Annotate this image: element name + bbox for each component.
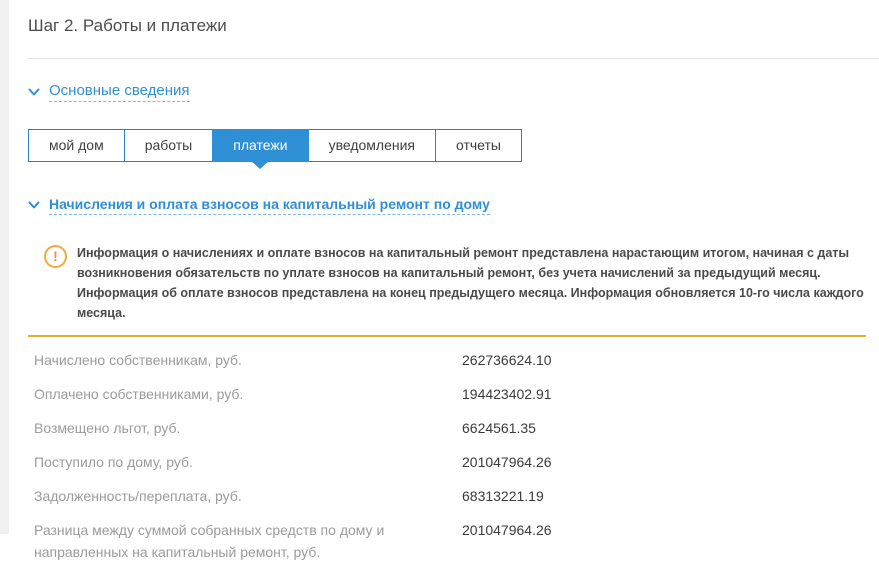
row-value: 201047964.26 <box>462 519 552 541</box>
row-value: 194423402.91 <box>462 383 552 405</box>
tab-reports[interactable]: отчеты <box>435 129 522 162</box>
tab-payments[interactable]: платежи <box>212 129 308 162</box>
row-value: 262736624.10 <box>462 349 552 371</box>
section-link-main-info[interactable]: Основные сведения <box>49 82 190 102</box>
table-row: Оплачено собственниками, руб. 194423402.… <box>28 377 879 411</box>
row-value: 6624561.35 <box>462 417 536 439</box>
section-toggle-accruals[interactable]: Начисления и оплата взносов на капитальн… <box>28 196 490 215</box>
tab-notifications[interactable]: уведомления <box>308 129 436 162</box>
table-row: Разница между суммой собранных средств п… <box>28 513 879 569</box>
page-title: Шаг 2. Работы и платежи <box>28 0 879 36</box>
row-value: 201047964.26 <box>462 451 552 473</box>
row-label: Поступило по дому, руб. <box>34 451 454 473</box>
row-value: 68313221.19 <box>462 485 544 507</box>
row-label: Возмещено льгот, руб. <box>34 417 454 439</box>
payments-table: Начислено собственникам, руб. 262736624.… <box>28 343 879 569</box>
tab-bar: мой дом работы платежи уведомления отчет… <box>28 129 879 162</box>
chevron-down-icon <box>28 88 40 97</box>
exclamation-circle-icon: ! <box>44 245 67 268</box>
info-notice: ! Информация о начислениях и оплате взно… <box>28 243 879 323</box>
table-top-rule <box>28 335 866 337</box>
row-label: Начислено собственникам, руб. <box>34 349 454 371</box>
table-row: Начислено собственникам, руб. 262736624.… <box>28 343 879 377</box>
tab-my-house[interactable]: мой дом <box>28 129 125 162</box>
notice-text: Информация о начислениях и оплате взносо… <box>77 243 867 323</box>
table-row: Поступило по дому, руб. 201047964.26 <box>28 445 879 479</box>
row-label: Разница между суммой собранных средств п… <box>34 519 454 563</box>
title-divider <box>28 58 879 59</box>
main-content: Шаг 2. Работы и платежи Основные сведени… <box>28 0 879 569</box>
table-row: Задолженность/переплата, руб. 68313221.1… <box>28 479 879 513</box>
section-toggle-main-info[interactable]: Основные сведения <box>28 82 190 102</box>
table-row: Возмещено льгот, руб. 6624561.35 <box>28 411 879 445</box>
section-link-accruals[interactable]: Начисления и оплата взносов на капитальн… <box>49 196 490 215</box>
page-left-gutter <box>0 0 9 534</box>
row-label: Оплачено собственниками, руб. <box>34 383 454 405</box>
row-label: Задолженность/переплата, руб. <box>34 485 454 507</box>
tab-works[interactable]: работы <box>124 129 214 162</box>
chevron-down-icon <box>28 201 40 210</box>
